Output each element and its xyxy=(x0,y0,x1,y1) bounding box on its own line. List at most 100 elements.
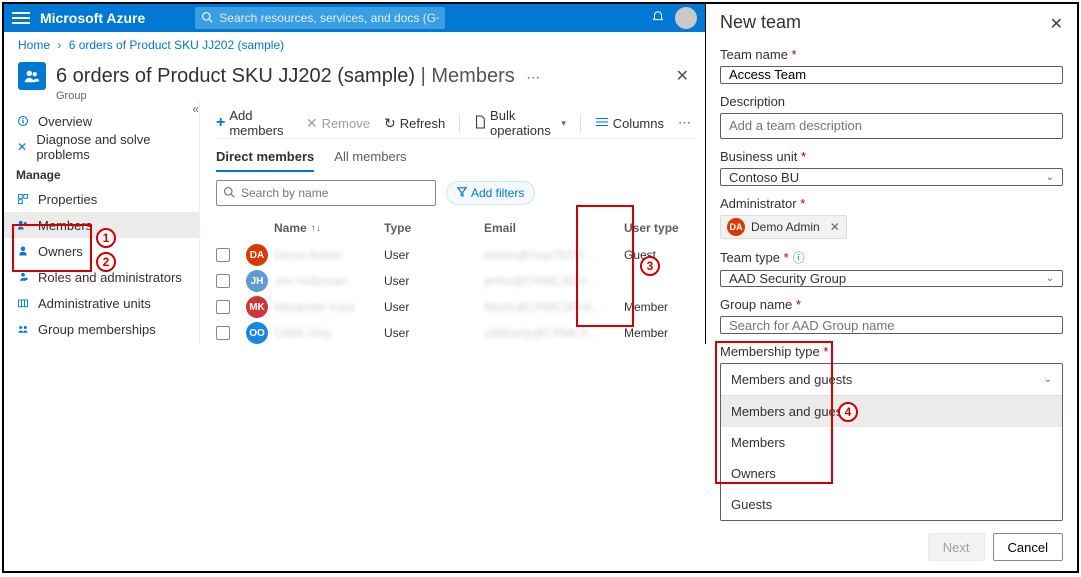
label-administrator: Administrator * xyxy=(720,196,1063,211)
user-email: admin@msp76372... xyxy=(484,248,595,262)
table-header: Name↑↓ Type Email User type xyxy=(216,214,695,242)
description-input[interactable] xyxy=(720,113,1063,140)
columns-button[interactable]: Columns xyxy=(595,115,664,131)
label-business-unit: Business unit * xyxy=(720,149,1063,164)
group-icon xyxy=(18,62,46,90)
admin-units-icon xyxy=(16,296,30,310)
admin-avatar: DA xyxy=(727,218,745,236)
membership-option[interactable]: Members xyxy=(721,427,1062,458)
label-membership-type: Membership type * xyxy=(720,344,1063,359)
user-type-col: User xyxy=(384,326,484,340)
page-title: 6 orders of Product SKU JJ202 (sample) |… xyxy=(56,65,540,88)
row-checkbox[interactable] xyxy=(216,248,230,262)
tab-all-members[interactable]: All members xyxy=(334,149,406,172)
cancel-button[interactable]: Cancel xyxy=(993,533,1063,561)
properties-icon xyxy=(16,192,30,206)
annotation-1: 1 xyxy=(96,228,116,248)
sidebar-manage-header: Manage xyxy=(4,160,199,186)
remove-admin-icon[interactable]: ✕ xyxy=(830,220,840,234)
more-commands-button[interactable]: ⋯ xyxy=(678,115,695,131)
user-avatar[interactable] xyxy=(675,7,697,29)
bulk-operations-button[interactable]: Bulk operations ▾ xyxy=(474,108,566,138)
user-type-col: User xyxy=(384,274,484,288)
team-name-input[interactable] xyxy=(720,66,1063,84)
notifications-icon[interactable] xyxy=(651,10,665,27)
search-icon xyxy=(201,11,213,26)
chevron-down-icon: ⌄ xyxy=(1046,273,1054,284)
user-email: o365only@CRMC3... xyxy=(484,326,598,340)
global-search-input[interactable] xyxy=(219,11,439,25)
user-usertype: Member xyxy=(624,300,694,314)
add-members-button[interactable]: +Add members xyxy=(216,108,292,138)
tab-direct-members[interactable]: Direct members xyxy=(216,149,314,172)
sidebar-admin-units[interactable]: Administrative units xyxy=(4,290,199,316)
table-row[interactable]: JHJim HoltzmanUserjimho@CRMC3Onl... xyxy=(216,268,695,294)
user-name: O365 Only xyxy=(274,326,331,340)
membership-type-select[interactable]: Members and guests ⌄ Members and guestsM… xyxy=(720,363,1063,521)
info-icon[interactable]: ⓘ xyxy=(793,251,805,265)
user-avatar: DA xyxy=(246,244,268,266)
annotation-2: 2 xyxy=(96,252,116,272)
global-search[interactable] xyxy=(195,7,445,29)
sidebar-diagnose[interactable]: ✕ Diagnose and solve problems xyxy=(4,134,199,160)
file-icon xyxy=(474,115,486,132)
plus-icon: + xyxy=(216,114,225,132)
more-icon[interactable]: ⋯ xyxy=(526,69,540,85)
table-row[interactable]: OO O365 Only Usero365only@CRMC3... Member xyxy=(216,320,695,344)
row-checkbox[interactable] xyxy=(216,326,230,340)
annotation-4: 4 xyxy=(838,402,858,422)
remove-icon: ✕ xyxy=(306,115,318,132)
user-avatar: JH xyxy=(246,270,268,292)
row-checkbox[interactable] xyxy=(216,300,230,314)
row-checkbox[interactable] xyxy=(216,274,230,288)
breadcrumb: Home › 6 orders of Product SKU JJ202 (sa… xyxy=(4,32,705,58)
info-icon xyxy=(16,114,30,128)
membership-selected[interactable]: Members and guests ⌄ xyxy=(721,364,1062,396)
sidebar-properties[interactable]: Properties xyxy=(4,186,199,212)
user-avatar: OO xyxy=(246,322,268,344)
group-memberships-icon xyxy=(16,322,30,336)
sidebar-overview[interactable]: Overview xyxy=(4,108,199,134)
table-row[interactable]: MKManjinder KaurUserManK@CRMC3Onli...Mem… xyxy=(216,294,695,320)
next-button[interactable]: Next xyxy=(928,533,985,561)
administrator-field[interactable]: DA Demo Admin ✕ xyxy=(720,215,1063,239)
name-search[interactable] xyxy=(216,180,436,206)
user-email: ManK@CRMC3Onli... xyxy=(484,300,602,314)
membership-option[interactable]: Guests xyxy=(721,489,1062,520)
membership-option[interactable]: Members and guests xyxy=(721,396,1062,427)
label-group-name: Group name * xyxy=(720,297,1063,312)
team-type-select[interactable]: AAD Security Group⌄ xyxy=(720,270,1063,288)
name-search-input[interactable] xyxy=(241,186,429,200)
sort-icon[interactable]: ↑↓ xyxy=(311,223,321,234)
group-name-input[interactable] xyxy=(720,316,1063,334)
user-usertype: Guest xyxy=(624,248,694,262)
collapse-sidebar-icon[interactable]: « xyxy=(192,102,195,116)
brand-label: Microsoft Azure xyxy=(40,10,145,26)
user-usertype: Member xyxy=(624,326,694,340)
business-unit-select[interactable]: Contoso BU⌄ xyxy=(720,168,1063,186)
add-filters-button[interactable]: Add filters xyxy=(446,181,535,205)
admin-name: Demo Admin xyxy=(751,220,820,234)
search-icon xyxy=(223,186,235,201)
label-description: Description xyxy=(720,94,1063,109)
membership-option[interactable]: Owners xyxy=(721,458,1062,489)
breadcrumb-home[interactable]: Home xyxy=(18,38,50,52)
columns-icon xyxy=(595,115,609,131)
chevron-down-icon: ▾ xyxy=(561,118,566,129)
roles-icon xyxy=(16,270,30,284)
refresh-icon: ↻ xyxy=(384,115,396,132)
refresh-button[interactable]: ↻Refresh xyxy=(384,115,445,132)
annotation-3: 3 xyxy=(640,256,660,276)
user-email: jimho@CRMC3Onl... xyxy=(484,274,596,288)
filter-icon xyxy=(457,186,467,200)
breadcrumb-current[interactable]: 6 orders of Product SKU JJ202 (sample) xyxy=(69,38,284,52)
label-team-type: Team type *ⓘ xyxy=(720,249,1063,266)
user-name: Demo Admin xyxy=(274,248,343,262)
sidebar-group-memberships[interactable]: Group memberships xyxy=(4,316,199,342)
remove-button[interactable]: ✕Remove xyxy=(306,115,370,132)
panel-title: New team xyxy=(720,12,1063,37)
panel-close-button[interactable]: ✕ xyxy=(1050,14,1063,34)
hamburger-menu-icon[interactable] xyxy=(12,12,30,24)
close-blade-button[interactable]: ✕ xyxy=(676,66,689,86)
table-row[interactable]: DADemo AdminUseradmin@msp76372...Guest xyxy=(216,242,695,268)
